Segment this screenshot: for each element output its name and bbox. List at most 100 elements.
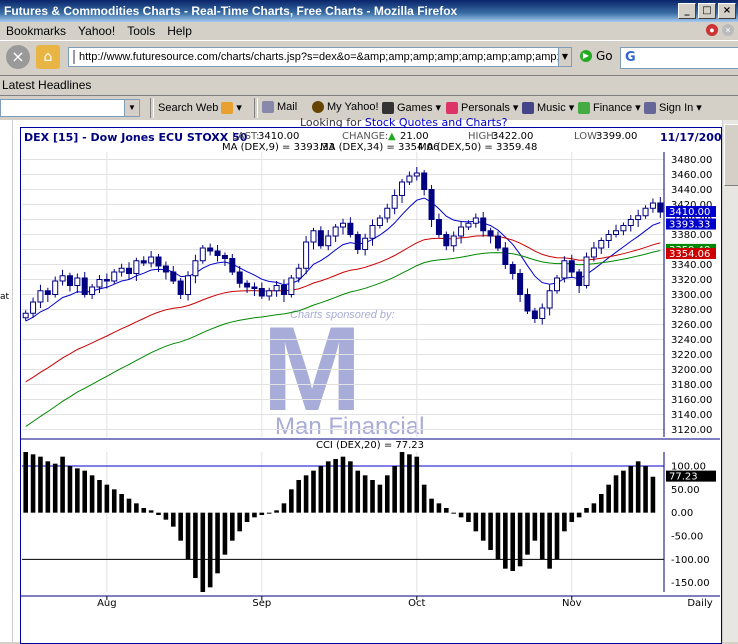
cci-bar (45, 461, 51, 513)
cci-bar (244, 512, 250, 522)
cci-bar (362, 475, 368, 513)
cci-bar (23, 452, 28, 513)
candle-body (531, 310, 538, 319)
candle-body (332, 226, 339, 237)
cci-bar (429, 498, 434, 513)
candle-body (421, 172, 428, 190)
cci-bar (407, 454, 412, 513)
cci-bar (473, 512, 479, 532)
cci-bar (170, 512, 176, 527)
candle-body (546, 290, 553, 309)
candle-body (325, 235, 332, 247)
candle-body (251, 286, 258, 289)
cci-bar (436, 503, 442, 513)
candle-body (605, 234, 612, 241)
cci-bar (643, 466, 648, 513)
candle-body (148, 256, 155, 264)
candle-body (111, 271, 118, 282)
cci-bar (488, 512, 493, 550)
cci-bar (266, 512, 272, 514)
chart-canvas: Charts sponsored by: M Man Financial 312… (20, 152, 720, 609)
scrollbar-thumb[interactable] (724, 124, 738, 186)
candle-body (170, 271, 177, 282)
cci-bar (97, 480, 102, 513)
cci-bar (348, 461, 353, 513)
price-tick-label: 3140.00 (671, 410, 712, 421)
cci-bar (414, 456, 420, 513)
candle-body (340, 222, 346, 228)
price-tag-label: 3410.00 (669, 207, 710, 218)
candle-body (354, 234, 361, 250)
cci-bar (370, 480, 375, 513)
date-tick-label: Oct (408, 598, 425, 609)
cci-bar (126, 498, 132, 513)
candle-body (443, 234, 450, 247)
man-financial-watermark: Charts sponsored by: M Man Financial (262, 302, 424, 440)
cci-bar (185, 512, 191, 560)
cci-bar (141, 508, 147, 513)
candle-body (66, 275, 73, 286)
candle-body (413, 172, 420, 177)
cci-bar (325, 461, 331, 513)
price-tick-label: 3480.00 (671, 155, 712, 166)
candle-body (103, 279, 110, 282)
price-tick-label: 3180.00 (671, 380, 712, 391)
candle-body (362, 237, 369, 250)
candle-body (273, 285, 280, 292)
candle-body (126, 267, 132, 274)
cci-bar (569, 512, 575, 522)
cci-bar (52, 463, 58, 513)
candle-body (450, 235, 457, 247)
price-tick-label: 3300.00 (671, 290, 712, 301)
cci-bar (635, 461, 641, 513)
candle-body (207, 247, 214, 252)
price-tick-label: 3320.00 (671, 275, 712, 286)
candle-body (524, 294, 531, 312)
candle-body (472, 217, 479, 224)
candle-body (369, 225, 376, 239)
cci-bar (82, 470, 88, 513)
candle-body (30, 301, 37, 314)
cci-bar (104, 484, 110, 513)
price-candles (22, 167, 664, 325)
candle-body (509, 264, 516, 274)
candle-body (642, 207, 649, 217)
cci-bar (377, 484, 383, 513)
cci-bar (111, 489, 117, 513)
period-label: Daily (687, 598, 712, 609)
candle-body (118, 267, 125, 273)
candle-body (133, 260, 140, 274)
candle-body (590, 247, 597, 258)
watermark-company-name: Man Financial (275, 413, 424, 440)
cci-bar (289, 489, 294, 513)
candle-body (620, 225, 627, 232)
candle-body (244, 282, 251, 288)
price-tick-label: 3240.00 (671, 335, 712, 346)
candle-body (81, 277, 88, 295)
candle-body (399, 181, 406, 196)
candle-body (37, 290, 44, 303)
candle-body (295, 267, 302, 279)
cci-bar (252, 512, 257, 518)
candle-body (22, 312, 29, 319)
cci-bar (547, 512, 552, 569)
cci-bar (296, 480, 302, 513)
price-tick-label: 3220.00 (671, 350, 712, 361)
cci-bar (532, 512, 538, 541)
candle-body (185, 275, 192, 295)
vertical-scrollbar[interactable] (722, 120, 738, 642)
cci-bar (444, 508, 449, 513)
price-tick-label: 3460.00 (671, 170, 712, 181)
cci-title: CCI (DEX,20) = 77.23 (316, 440, 424, 451)
cci-tick-label: -150.00 (671, 578, 710, 589)
cci-axis: 100.0050.000.00-50.00-100.00-150.0077.23 (663, 452, 716, 592)
candle-body (177, 280, 184, 295)
candle-body (288, 277, 295, 295)
price-tick-label: 3120.00 (671, 425, 712, 436)
price-tick-label: 3160.00 (671, 395, 712, 406)
candle-body (52, 280, 59, 295)
candle-body (502, 247, 509, 265)
cci-bar (621, 470, 626, 513)
price-axis: 3120.00 3140.00 3160.00 3180.00 3200.00 3220.… (663, 152, 712, 437)
candle-body (583, 256, 590, 286)
